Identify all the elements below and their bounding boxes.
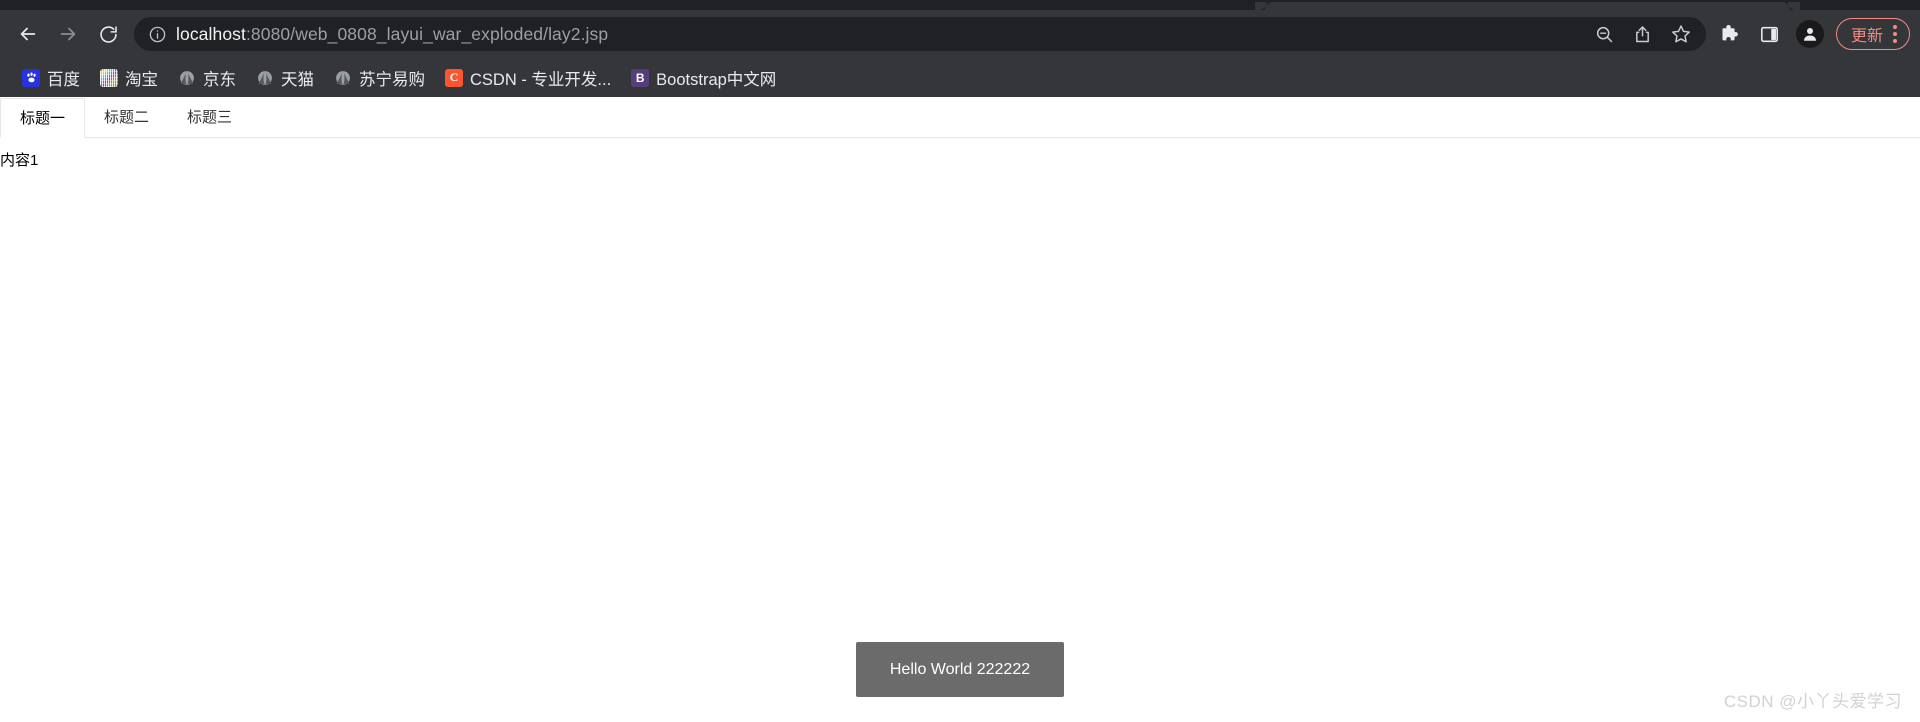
site-info-icon[interactable] (146, 23, 168, 45)
bookmark-label: 淘宝 (125, 70, 158, 89)
globe-icon (336, 70, 350, 85)
omnibox-actions (1586, 17, 1700, 51)
bookmark-suning[interactable]: 苏宁易购 (324, 64, 435, 92)
content-text: 内容1 (0, 152, 39, 169)
bookmark-label: 苏宁易购 (359, 70, 425, 89)
bookmark-label: 京东 (203, 70, 236, 89)
bootstrap-favicon: B (631, 68, 650, 87)
bookmark-csdn[interactable]: C CSDN - 专业开发... (435, 64, 621, 92)
url-text: localhost:8080/web_0808_layui_war_explod… (176, 17, 608, 51)
globe-favicon (334, 69, 352, 87)
baidu-favicon (22, 68, 40, 87)
bookmark-star-icon (1672, 25, 1690, 43)
profile-button[interactable] (1790, 14, 1830, 54)
tab-biaoti-yi[interactable]: 标题一 (0, 98, 86, 138)
globe-favicon (256, 69, 274, 87)
tab-biaoti-er[interactable]: 标题二 (85, 98, 168, 138)
url-path: :8080/web_0808_layui_war_exploded/lay2.j… (245, 24, 609, 44)
browser-window: localhost:8080/web_0808_layui_war_explod… (0, 0, 1920, 722)
bookmark-label: CSDN - 专业开发... (470, 70, 612, 89)
forward-button[interactable] (48, 14, 88, 54)
forward-arrow-icon (60, 27, 76, 41)
share-button[interactable] (1624, 17, 1662, 51)
side-panel-button[interactable] (1750, 14, 1790, 54)
person-icon (1803, 28, 1816, 41)
avatar (1795, 20, 1824, 48)
address-bar[interactable]: localhost:8080/web_0808_layui_war_explod… (134, 17, 1706, 51)
browser-toolbar: localhost:8080/web_0808_layui_war_explod… (0, 10, 1920, 58)
kebab-dot (1893, 32, 1897, 36)
tab-content-panel: 内容1 (0, 138, 1920, 171)
puzzle-piece-icon (1722, 25, 1738, 41)
globe-favicon (178, 69, 196, 87)
bookmark-button[interactable] (1662, 17, 1700, 51)
info-circle-icon (149, 26, 165, 42)
side-panel-icon (1761, 26, 1779, 42)
chrome-menu-button[interactable] (1891, 25, 1903, 43)
reload-button[interactable] (88, 14, 128, 54)
bookmark-taobao[interactable]: 淘宝 (90, 64, 168, 92)
magnifier-minus-icon (1597, 26, 1613, 42)
bookmark-label: 百度 (47, 70, 80, 89)
globe-icon (180, 70, 194, 85)
back-arrow-icon (20, 27, 36, 41)
bookmark-tmall[interactable]: 天猫 (246, 64, 324, 92)
bookmark-baidu[interactable]: 百度 (12, 64, 90, 92)
zoom-out-icon[interactable] (1586, 17, 1624, 51)
tab-biaoti-san[interactable]: 标题三 (168, 98, 251, 138)
update-label: 更新 (1850, 28, 1883, 45)
bookmark-jd[interactable]: 京东 (168, 64, 246, 92)
tab-bar: 标题一 标题二 标题三 (0, 97, 1920, 138)
extensions-button[interactable] (1710, 14, 1750, 54)
url-host: localhost (176, 24, 246, 44)
taobao-favicon (100, 68, 118, 87)
toolbar-right-actions: 更新 (1710, 14, 1910, 54)
reload-icon (99, 25, 117, 43)
browser-tab-active[interactable] (1255, 2, 1800, 10)
csdn-watermark: CSDN @小丫头爱学习 (1723, 692, 1902, 711)
csdn-favicon: C (445, 68, 463, 87)
share-icon (1636, 25, 1650, 42)
page-viewport: 标题一 标题二 标题三 内容1 Hello World 222222 CSDN … (0, 97, 1920, 722)
bookmarks-bar: 百度 淘宝 京东 天猫 苏宁易购 C CSDN - 专业开发... B Boot… (0, 58, 1920, 97)
paw-icon (26, 72, 36, 83)
kebab-dot (1893, 39, 1897, 43)
bookmark-label: 天猫 (281, 70, 314, 89)
update-button[interactable]: 更新 (1835, 18, 1910, 50)
kebab-dot (1893, 25, 1897, 29)
globe-icon (258, 70, 272, 85)
browser-tabstrip (0, 0, 1920, 10)
bookmark-label: Bootstrap中文网 (656, 70, 777, 89)
back-button[interactable] (8, 14, 48, 54)
bookmark-bootstrap[interactable]: B Bootstrap中文网 (621, 64, 786, 92)
hello-world-button[interactable]: Hello World 222222 (856, 642, 1064, 697)
